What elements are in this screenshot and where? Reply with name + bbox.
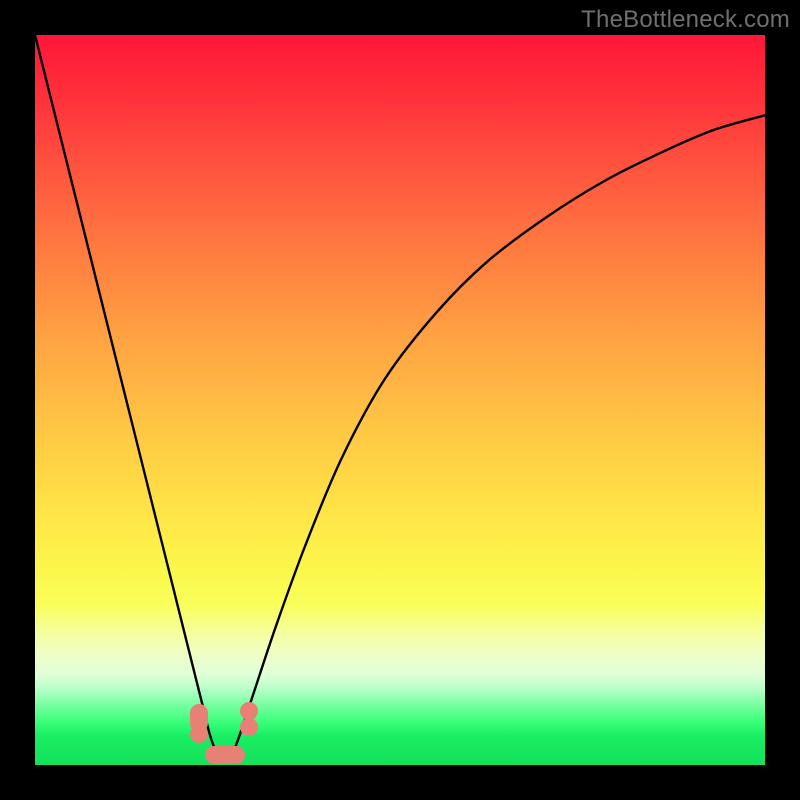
chart-frame: TheBottleneck.com: [0, 0, 800, 800]
bottom-bump: [205, 746, 245, 764]
plot-area: [35, 35, 765, 765]
watermark-text: TheBottleneck.com: [581, 6, 790, 34]
curve-layer: [35, 35, 765, 765]
right-bump-bot: [240, 718, 258, 736]
bottleneck-curve-path: [35, 35, 765, 759]
